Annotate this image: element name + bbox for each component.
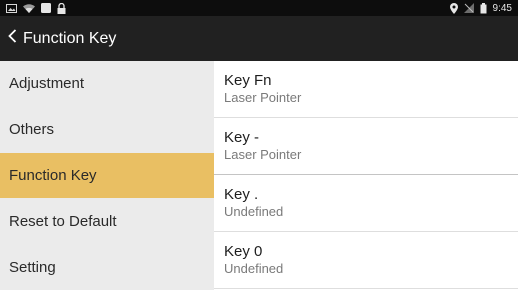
key-item-0[interactable]: Key 0 Undefined [214, 232, 518, 289]
key-value: Undefined [224, 261, 284, 276]
key-item-minus[interactable]: Key - Laser Pointer [214, 118, 518, 175]
app-bar: Function Key [0, 16, 518, 61]
key-title: Key Fn [224, 72, 272, 89]
key-title: Key - [224, 129, 260, 146]
key-title: Key . [224, 186, 259, 203]
key-list: Key Fn Laser Pointer Key - Laser Pointer… [214, 61, 518, 290]
sidebar-item-adjustment[interactable]: Adjustment [0, 61, 214, 107]
image-icon [6, 3, 17, 13]
key-title: Key 0 [224, 243, 263, 260]
sidebar-item-label: Adjustment [9, 75, 85, 93]
sidebar-item-setting[interactable]: Setting [0, 244, 214, 290]
back-button[interactable]: Function Key [8, 29, 116, 48]
location-icon [449, 2, 458, 14]
sidebar-item-others[interactable]: Others [0, 107, 214, 153]
key-value: Undefined [224, 204, 284, 219]
lock-icon [57, 2, 66, 14]
sidebar-item-label: Function Key [9, 166, 97, 184]
sidebar-item-reset-to-default[interactable]: Reset to Default [0, 198, 214, 244]
status-right-icons: 9:45 [449, 2, 512, 14]
status-bar: 9:45 [0, 0, 518, 16]
key-value: Laser Pointer [224, 147, 302, 162]
chevron-left-icon [8, 29, 17, 48]
key-value: Laser Pointer [224, 90, 302, 105]
sidebar-item-function-key[interactable]: Function Key [0, 152, 214, 199]
square-icon [41, 3, 51, 13]
sidebar-item-label: Reset to Default [9, 212, 117, 230]
no-signal-icon [463, 3, 474, 13]
clock: 9:45 [492, 2, 512, 14]
key-item-dot[interactable]: Key . Undefined [214, 175, 518, 232]
status-left-icons [6, 2, 66, 14]
page-title: Function Key [23, 29, 117, 47]
sidebar-item-label: Others [9, 121, 55, 139]
battery-icon [480, 2, 487, 14]
wifi-icon [23, 3, 35, 13]
key-item-fn[interactable]: Key Fn Laser Pointer [214, 61, 518, 118]
sidebar: Adjustment Others Function Key Reset to … [0, 61, 214, 290]
sidebar-item-label: Setting [9, 258, 56, 276]
